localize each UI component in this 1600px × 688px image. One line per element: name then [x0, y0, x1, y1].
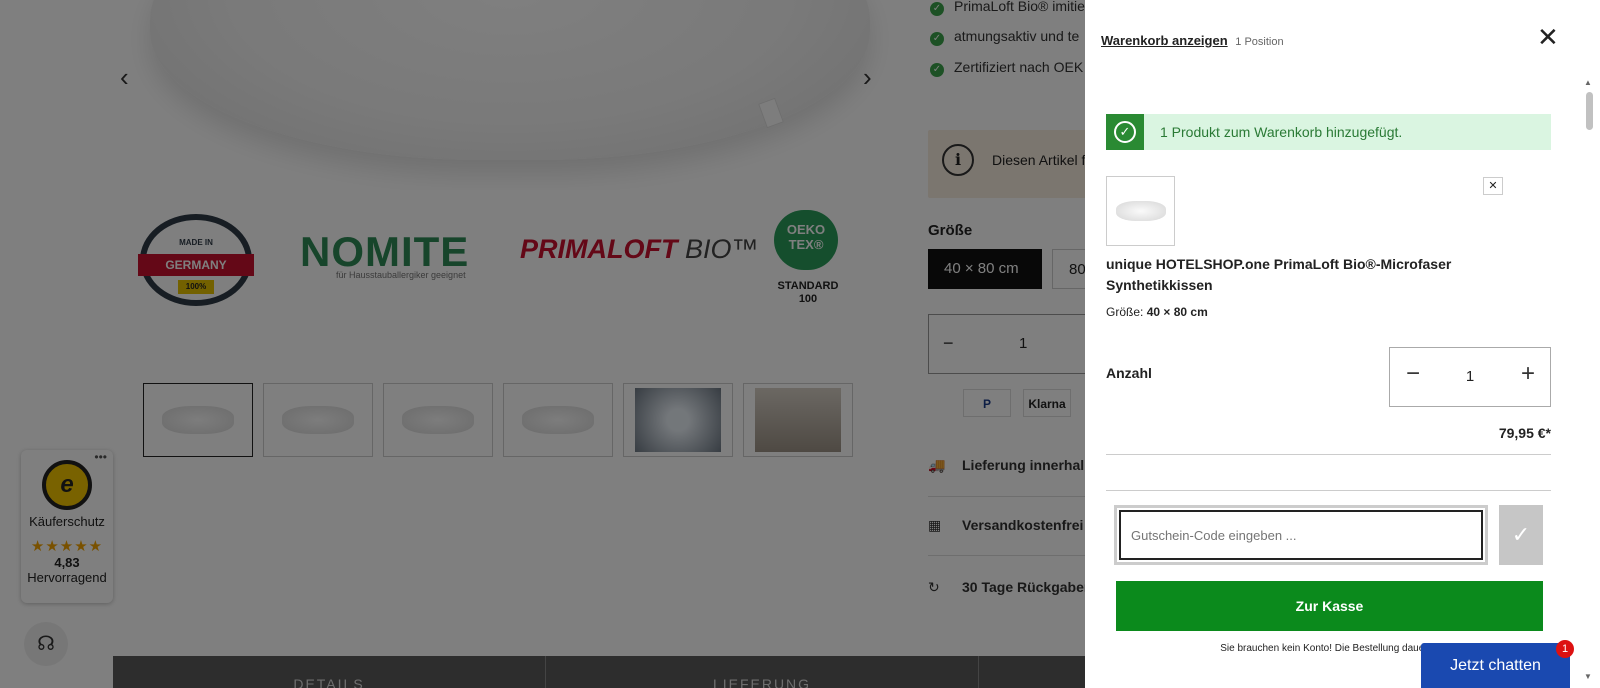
scroll-down-icon[interactable]: ▼ [1584, 672, 1592, 681]
product-name[interactable]: unique HOTELSHOP.one PrimaLoft Bio®-Micr… [1106, 254, 1526, 296]
success-alert: ✓ 1 Produkt zum Warenkorb hinzugefügt. [1106, 114, 1551, 150]
minus-icon[interactable]: − [1398, 362, 1428, 386]
cart-offcanvas: Warenkorb anzeigen 1 Position ✕ ▲ ▼ ✓ 1 … [1085, 0, 1600, 688]
remove-item-button[interactable]: ✕ [1483, 177, 1503, 195]
alert-text: 1 Produkt zum Warenkorb hinzugefügt. [1160, 124, 1403, 140]
option-value: 40 × 80 cm [1146, 305, 1208, 319]
product-thumbnail[interactable] [1106, 176, 1175, 246]
divider [1106, 454, 1551, 455]
quantity-label: Anzahl [1106, 365, 1152, 381]
position-count: 1 Position [1235, 36, 1284, 48]
coupon-input[interactable] [1119, 510, 1483, 560]
item-price: 79,95 €* [1498, 425, 1551, 441]
plus-icon[interactable]: + [1513, 362, 1543, 386]
backdrop-overlay[interactable] [0, 0, 1085, 688]
divider [1106, 490, 1551, 491]
scrollbar-thumb[interactable] [1586, 92, 1593, 130]
coupon-submit-button[interactable]: ✓ [1499, 505, 1543, 565]
cart-header: Warenkorb anzeigen 1 Position [1101, 33, 1284, 48]
check-circle-icon: ✓ [1106, 114, 1144, 150]
chat-button[interactable]: Jetzt chatten [1421, 643, 1570, 688]
scroll-up-icon[interactable]: ▲ [1584, 78, 1592, 87]
view-cart-link[interactable]: Warenkorb anzeigen [1101, 33, 1228, 48]
checkout-button[interactable]: Zur Kasse [1116, 581, 1543, 631]
quantity-value[interactable]: 1 [1445, 368, 1495, 385]
chat-badge: 1 [1556, 640, 1574, 658]
check-icon: ✓ [1511, 522, 1531, 547]
option-label: Größe: [1106, 305, 1144, 319]
coupon-field [1114, 505, 1488, 565]
close-icon[interactable]: ✕ [1537, 24, 1559, 50]
product-option: Größe: 40 × 80 cm [1106, 305, 1208, 319]
quantity-stepper: − 1 + [1389, 347, 1551, 407]
scrollbar[interactable] [1583, 78, 1595, 676]
